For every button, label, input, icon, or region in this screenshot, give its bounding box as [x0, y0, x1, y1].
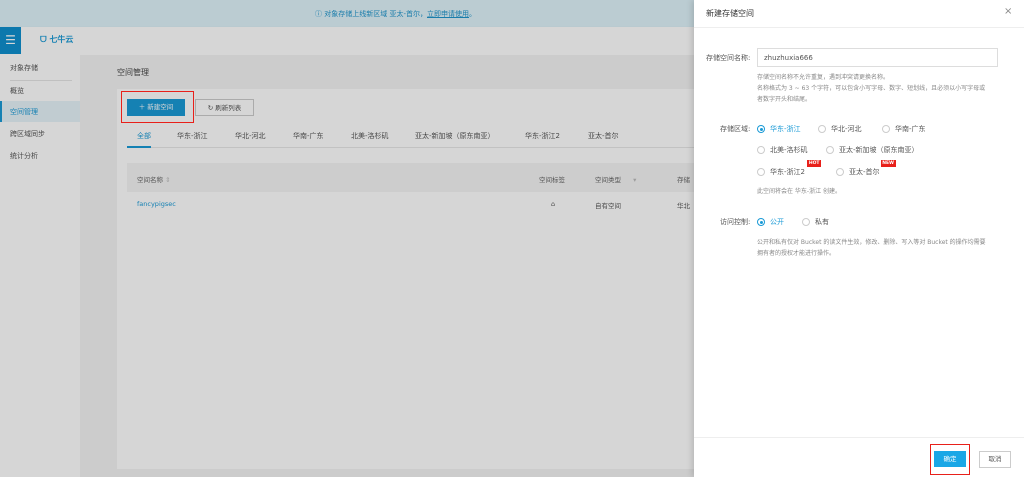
- region-radio-huadong-zhejiang[interactable]: 华东-浙江: [757, 124, 801, 134]
- region-option-label: 华南-广东: [895, 125, 926, 133]
- radio-icon: [836, 168, 844, 176]
- region-option-label-wrap: 亚太-首尔 NEW: [849, 160, 896, 177]
- close-icon[interactable]: ×: [1004, 6, 1012, 17]
- radio-icon: [757, 146, 765, 154]
- radio-icon: [882, 125, 890, 133]
- access-option-label: 私有: [815, 218, 829, 226]
- access-radio-public[interactable]: 公开: [757, 217, 784, 227]
- highlight-box-confirm: [930, 444, 970, 475]
- hot-badge: HOT: [807, 160, 821, 167]
- radio-checked-icon: [757, 218, 765, 226]
- access-hint-2: 拥有者的授权才能进行操作。: [757, 250, 836, 257]
- drawer-title: 新建存储空间: [706, 9, 754, 18]
- region-option-label: 华东-浙江2: [770, 168, 805, 176]
- radio-icon: [802, 218, 810, 226]
- cancel-button[interactable]: 取消: [979, 451, 1011, 468]
- region-option-label: 华东-浙江: [770, 125, 801, 133]
- access-hint-1: 公开和私有仅对 Bucket 的读文件生效，修改、删除、写入等对 Bucket …: [757, 239, 986, 246]
- region-option-label-wrap: 华东-浙江2 HOT: [770, 160, 821, 177]
- region-label: 存储区域:: [720, 125, 751, 133]
- highlight-box-new-bucket: [121, 91, 194, 123]
- footer-divider: [694, 437, 1024, 438]
- region-radio-huadong-zhejiang2[interactable]: 华东-浙江2 HOT: [757, 160, 821, 177]
- radio-icon: [757, 168, 765, 176]
- region-radio-north-america[interactable]: 北美-洛杉矶: [757, 145, 808, 155]
- new-badge: NEW: [880, 160, 896, 167]
- region-radio-huabei-hebei[interactable]: 华北-河北: [818, 124, 862, 134]
- name-hint-2: 名称格式为 3 ~ 63 个字符，可以包含小写字母、数字、短划线，且必须以小写字…: [757, 85, 986, 92]
- region-option-label: 华北-河北: [831, 125, 862, 133]
- region-option-label: 亚太-新加坡（原东南亚）: [839, 146, 919, 154]
- new-bucket-drawer: 新建存储空间 × 存储空间名称: 存储空间名称不允许重复，遇到冲突请更换名称。 …: [694, 0, 1024, 477]
- access-radio-private[interactable]: 私有: [802, 217, 829, 227]
- header-divider: [694, 27, 1024, 28]
- region-option-label: 亚太-首尔: [849, 168, 880, 176]
- radio-icon: [826, 146, 834, 154]
- name-hint-1: 存储空间名称不允许重复，遇到冲突请更换名称。: [757, 74, 890, 81]
- region-radio-seoul[interactable]: 亚太-首尔 NEW: [836, 160, 896, 177]
- region-note: 此空间将会在 华东-浙江 创建。: [757, 188, 841, 195]
- region-radio-singapore[interactable]: 亚太-新加坡（原东南亚）: [826, 145, 919, 155]
- access-label: 访问控制:: [720, 218, 751, 226]
- region-option-label: 北美-洛杉矶: [770, 146, 808, 154]
- modal-overlay[interactable]: [0, 0, 694, 477]
- region-radio-huanan-guangdong[interactable]: 华南-广东: [882, 124, 926, 134]
- radio-icon: [818, 125, 826, 133]
- radio-checked-icon: [757, 125, 765, 133]
- access-option-label: 公开: [770, 218, 784, 226]
- bucket-name-input[interactable]: [757, 48, 998, 67]
- name-label: 存储空间名称:: [706, 54, 751, 62]
- name-hint-3: 者数字开头和结尾。: [757, 96, 812, 103]
